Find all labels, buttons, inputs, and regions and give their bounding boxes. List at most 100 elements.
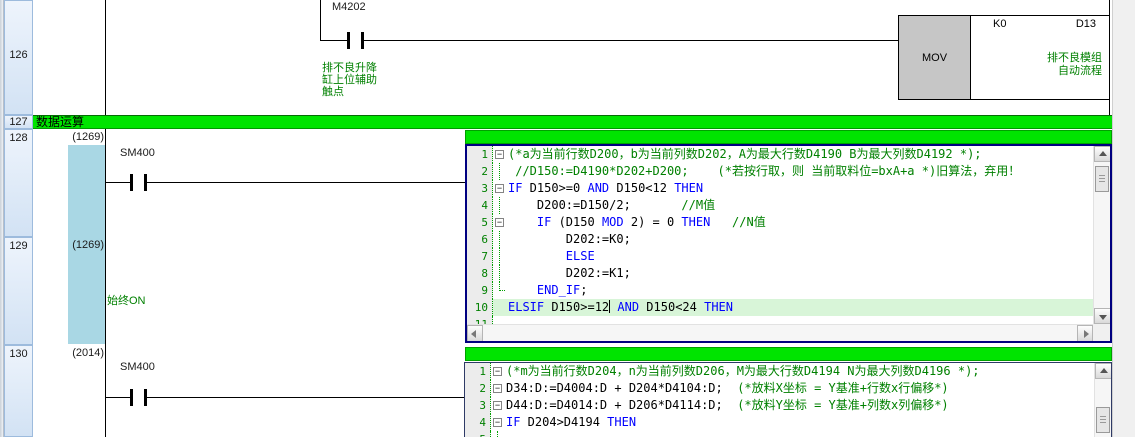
step-number-2014: (2014)	[62, 347, 104, 359]
st-code-text: D44:D:=D4014:D + D206*D4114:D; (*放料Y坐标 =…	[506, 397, 949, 414]
inline-st-box-2[interactable]: 1−(*m为当前行数D204，n为当前列数D206，M为最大行数D4194 N为…	[464, 362, 1112, 437]
fold-collapse-icon[interactable]: −	[491, 363, 506, 380]
fold-guide	[493, 299, 508, 316]
st-code-line[interactable]: 5− IF (D150 MOD 2) = 0 THEN //N值	[467, 214, 1093, 231]
contact-bar-icon	[144, 389, 147, 406]
scroll-down-icon[interactable]	[1094, 308, 1111, 324]
scrollbar-thumb[interactable]	[1095, 166, 1109, 192]
st-code-line[interactable]: 3−IF D150>=0 AND D150<12 THEN	[467, 180, 1093, 197]
st-box-selection-bar-top	[465, 130, 1112, 144]
st-code-line[interactable]: 2−D34:D:=D4004:D + D204*D4104:D; (*放料X坐标…	[465, 380, 1094, 397]
editor-right-margin	[1112, 0, 1135, 437]
right-rail-top	[1109, 0, 1110, 16]
st-line-number: 10	[467, 299, 493, 316]
st-code-line[interactable]: 9 END_IF;	[467, 282, 1093, 299]
contact-label-m4202: M4202	[332, 1, 366, 13]
st-code-line[interactable]: 3−D44:D:=D4014:D + D206*D4114:D; (*放料Y坐标…	[465, 397, 1094, 414]
scrollbar-thumb[interactable]	[1096, 407, 1110, 433]
inline-st-box-1[interactable]: 1−(*a为当前行数D200，b为当前列数D202，A为最大行数D4190 B为…	[465, 144, 1112, 343]
horizontal-scrollbar[interactable]	[467, 324, 1093, 341]
row-number-128[interactable]: 128	[4, 129, 33, 237]
section-statement-bar[interactable]: 数据运算	[33, 115, 1112, 129]
st-code-text: //D150:=D4190*D202+D200; (*若按行取，则 当前取料位=…	[508, 163, 1020, 180]
fold-collapse-icon[interactable]: −	[493, 214, 508, 231]
st-box-selection-bar-bottom	[465, 347, 1112, 361]
fold-collapse-icon[interactable]: −	[491, 397, 506, 414]
st-code-line[interactable]: 4 D200:=D150/2; //M值	[467, 197, 1093, 214]
fold-collapse-icon[interactable]: −	[493, 180, 508, 197]
fold-collapse-icon[interactable]: −	[491, 380, 506, 397]
row-number-gutter: 126 127 128 129 130	[0, 0, 33, 437]
section-statement-text: 数据运算	[36, 115, 84, 129]
fold-guide	[493, 248, 508, 265]
rung128-wire-a	[105, 182, 131, 183]
step-number-1269-a: (1269)	[62, 131, 104, 143]
st-line-number: 11	[467, 316, 493, 324]
st-code-line[interactable]: 7 ELSE	[467, 248, 1093, 265]
contact-bar-icon	[347, 32, 350, 49]
mov-dest-comment: 排不良模组 自动流程	[1047, 52, 1102, 78]
fold-guide	[493, 197, 508, 214]
step-number-1269-b: (1269)	[62, 239, 104, 251]
mov-instruction-block[interactable]: MOV K0 D13 排不良模组 自动流程	[898, 15, 1110, 100]
st-line-number: 2	[467, 163, 493, 180]
st-code-line[interactable]: 1−(*a为当前行数D200，b为当前列数D202，A为最大行数D4190 B为…	[467, 146, 1093, 163]
left-rail-row126	[105, 0, 106, 116]
row-number-129[interactable]: 129	[4, 237, 33, 345]
st-code-line[interactable]: 4−IF D204>D4194 THEN	[465, 414, 1094, 431]
fold-guide	[493, 163, 508, 180]
st-code-line[interactable]: 2 //D150:=D4190*D202+D200; (*若按行取，则 当前取料…	[467, 163, 1093, 180]
st-code-text: D200:=D150/2; //M值	[508, 197, 715, 214]
contact-sm400-b[interactable]	[130, 389, 147, 406]
vertical-scrollbar[interactable]	[1093, 146, 1110, 324]
st-code-text: IF (D150 MOD 2) = 0 THEN //N值	[508, 214, 766, 231]
contact-sm400-a[interactable]	[130, 174, 147, 191]
row-number-126[interactable]: 126	[4, 0, 33, 115]
scrollbar-corner	[1093, 324, 1110, 341]
rung128-wire-b	[145, 182, 465, 183]
contact-comment-sm400: 始终ON	[107, 295, 146, 307]
st-line-number: 4	[467, 197, 493, 214]
st-line-number: 3	[465, 397, 491, 414]
st-code-text: ELSE	[508, 248, 595, 265]
row-number-130[interactable]: 130	[4, 345, 33, 437]
st-line-number: 3	[467, 180, 493, 197]
fold-guide	[493, 265, 508, 282]
contact-m4202[interactable]	[347, 32, 364, 49]
rung126-wire-b	[364, 40, 898, 41]
fold-guide	[493, 316, 508, 324]
rung130-wire-a	[105, 397, 131, 398]
scroll-left-icon[interactable]	[467, 325, 483, 342]
st-line-number: 1	[467, 146, 493, 163]
contact-comment-m4202: 排不良升降 缸上位辅助 触点	[322, 62, 377, 98]
st-code-line[interactable]: 6 D202:=K0;	[467, 231, 1093, 248]
st-line-number: 7	[467, 248, 493, 265]
st-lines: 1−(*m为当前行数D204，n为当前列数D206，M为最大行数D4194 N为…	[465, 363, 1094, 437]
st-code-line[interactable]: 1−(*m为当前行数D204，n为当前列数D206，M为最大行数D4194 N为…	[465, 363, 1094, 380]
st-code-text: IF D204>D4194 THEN	[506, 414, 636, 431]
st-lines: 1−(*a为当前行数D200，b为当前列数D202，A为最大行数D4190 B为…	[467, 146, 1093, 324]
scroll-up-icon[interactable]	[1094, 146, 1111, 162]
st-line-number: 6	[467, 231, 493, 248]
st-code-text: ELSIF D150>=12 AND D150<24 THEN	[508, 299, 733, 316]
st-line-number: 5	[465, 431, 491, 437]
scroll-up-icon[interactable]	[1095, 363, 1112, 379]
st-code-line[interactable]: 10 ELSIF D150>=12 AND D150<24 THEN	[467, 299, 1093, 316]
fold-collapse-icon[interactable]: −	[493, 146, 508, 163]
mov-source-operand: K0	[993, 18, 1006, 30]
st-code-line[interactable]: 11	[467, 316, 1093, 324]
mov-dest-operand: D13	[1076, 18, 1096, 30]
mov-operands: K0 D13 排不良模组 自动流程	[971, 16, 1109, 99]
right-rail-bottom	[1109, 99, 1110, 116]
contact-label-sm400-b: SM400	[120, 361, 155, 373]
fold-collapse-icon[interactable]: −	[491, 414, 506, 431]
scroll-right-icon[interactable]	[1077, 325, 1093, 342]
st-line-number: 1	[465, 363, 491, 380]
st-code-line[interactable]: 5	[465, 431, 1094, 437]
row-number-127[interactable]: 127	[4, 115, 33, 129]
vertical-scrollbar[interactable]	[1094, 363, 1111, 437]
contact-bar-icon	[130, 174, 133, 191]
st-code-text: (*m为当前行数D204，n为当前列数D206，M为最大行数D4194 N为最大…	[506, 363, 980, 380]
st-code-line[interactable]: 8 D202:=K1;	[467, 265, 1093, 282]
left-rail-lower	[105, 129, 106, 437]
